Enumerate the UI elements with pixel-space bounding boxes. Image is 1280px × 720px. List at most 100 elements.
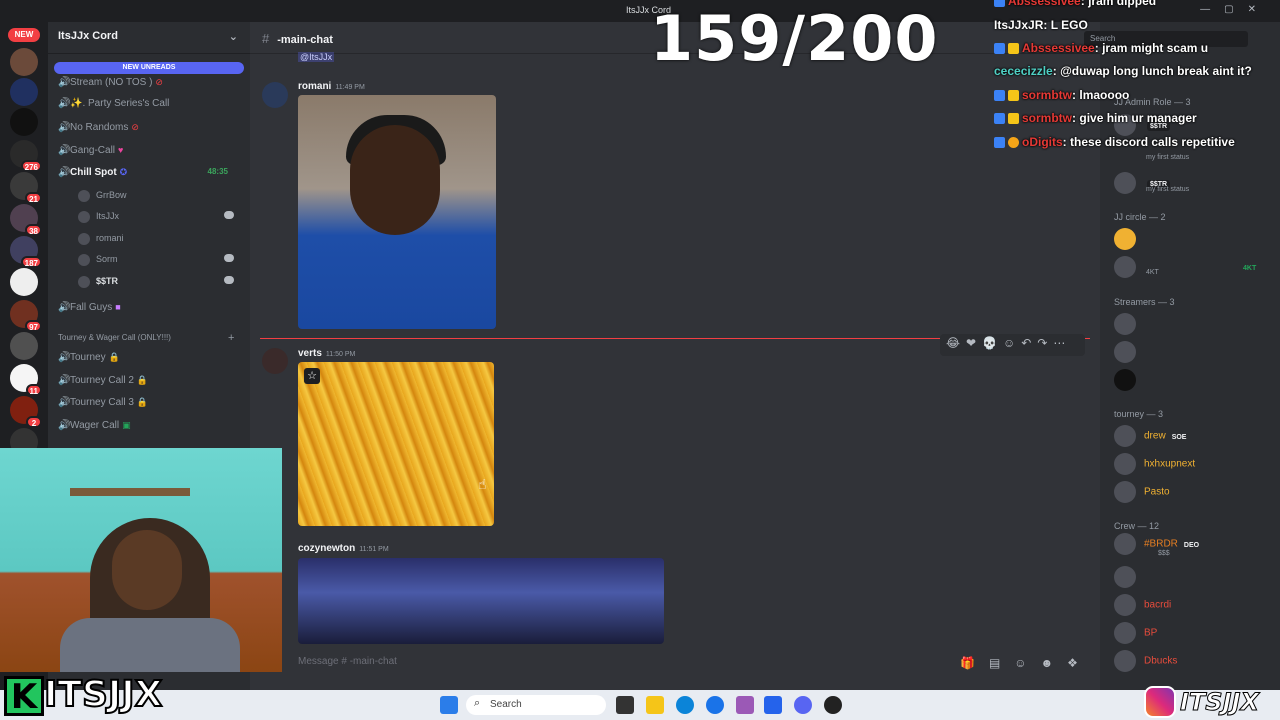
server-icon[interactable]: 276 bbox=[10, 140, 42, 172]
category-tourney[interactable]: Tourney & Wager Call (ONLY!!!) + bbox=[58, 332, 234, 344]
channel-party[interactable]: 🔊✨. Party Series's Call bbox=[58, 95, 169, 113]
voice-member[interactable]: Sorm bbox=[78, 251, 234, 267]
member-item[interactable]: Dbucks bbox=[1114, 650, 1177, 672]
obs-icon[interactable] bbox=[824, 696, 842, 714]
member-item[interactable]: hxhxupnext bbox=[1114, 453, 1195, 475]
member-item[interactable]: drew SOE bbox=[1114, 425, 1189, 447]
server-icon[interactable] bbox=[10, 48, 38, 76]
chevron-down-icon[interactable]: ⌄ bbox=[229, 30, 238, 43]
avatar bbox=[1114, 453, 1136, 475]
voice-member[interactable]: romani bbox=[78, 230, 124, 246]
avatar bbox=[1114, 622, 1136, 644]
avatar bbox=[1114, 313, 1136, 335]
unread-badge: 2 bbox=[26, 416, 42, 428]
avatar[interactable] bbox=[262, 82, 288, 108]
edge-icon[interactable] bbox=[676, 696, 694, 714]
avatar bbox=[1114, 228, 1136, 250]
store-icon[interactable] bbox=[764, 696, 782, 714]
message-image[interactable] bbox=[298, 558, 664, 644]
channel-title: -main-chat bbox=[277, 34, 333, 46]
message-header: verts 11:50 PM bbox=[298, 348, 355, 359]
server-icon[interactable] bbox=[10, 78, 38, 106]
speaker-icon: 🔊 bbox=[58, 420, 71, 431]
message-image[interactable]: ☆ bbox=[298, 362, 494, 526]
member-item[interactable] bbox=[1114, 228, 1144, 250]
avatar bbox=[78, 210, 90, 223]
member-item[interactable] bbox=[1114, 313, 1144, 335]
file-explorer-icon[interactable] bbox=[646, 696, 664, 714]
star-icon[interactable]: ☆ bbox=[304, 368, 320, 384]
avatar bbox=[1114, 650, 1136, 672]
member-item[interactable]: 4KT bbox=[1114, 256, 1259, 278]
avatar bbox=[1114, 594, 1136, 616]
server-icon[interactable]: 38 bbox=[10, 204, 42, 236]
message-author[interactable]: romani bbox=[298, 81, 331, 92]
channel-tourney-2[interactable]: 🔊Tourney Call 2 🔒 bbox=[58, 371, 148, 389]
voice-member[interactable]: ItsJJx bbox=[78, 208, 234, 224]
avatar bbox=[1114, 425, 1136, 447]
member-item[interactable] bbox=[1114, 369, 1144, 391]
channel-no-randoms[interactable]: 🔊No Randoms ⊘ bbox=[58, 118, 139, 136]
channel-fall-guys[interactable]: 🔊Fall Guys ■ bbox=[58, 298, 121, 316]
no-entry-icon: ⊘ bbox=[131, 122, 139, 132]
no-entry-icon: ⊘ bbox=[155, 77, 163, 87]
avatar bbox=[1114, 341, 1136, 363]
avatar bbox=[1114, 256, 1136, 278]
voice-member[interactable]: $$TR bbox=[78, 273, 234, 289]
badge-icon bbox=[994, 90, 1005, 102]
cursor-icon: ☝ bbox=[478, 476, 487, 492]
server-header[interactable]: ItsJJx Cord ⌄ bbox=[48, 22, 250, 54]
member-item[interactable]: bacrdi bbox=[1114, 594, 1171, 616]
message-actions[interactable]: 😂❤💀☺↶↷⋯ bbox=[940, 334, 1085, 356]
server-icon[interactable]: 97 bbox=[10, 300, 42, 332]
server-icon[interactable]: 11 bbox=[10, 364, 42, 396]
server-icon[interactable]: 187 bbox=[10, 236, 42, 268]
instagram-handle: ITSJJX bbox=[1144, 684, 1262, 720]
channel-stream[interactable]: 🔊Stream (NO TOS ) ⊘ bbox=[58, 73, 163, 91]
server-icon[interactable] bbox=[10, 332, 38, 360]
logo-text: ITSJJX bbox=[43, 673, 163, 716]
member-item[interactable] bbox=[1114, 566, 1144, 588]
windows-start-icon[interactable] bbox=[440, 696, 458, 714]
avatar[interactable] bbox=[262, 348, 288, 374]
webcam-overlay bbox=[0, 448, 282, 672]
member-item[interactable]: Pasto bbox=[1114, 481, 1170, 503]
chat-text: jram might scam u bbox=[1102, 41, 1209, 55]
composer-icons[interactable]: 🎁▤☺☻❖ bbox=[960, 656, 1092, 670]
message-header: cozynewton 11:51 PM bbox=[298, 543, 389, 554]
server-icon[interactable]: 21 bbox=[10, 172, 42, 204]
channel-chill-spot[interactable]: 🔊Chill Spot ✪ 48:35 bbox=[58, 163, 240, 181]
chat-bubble-icon bbox=[224, 254, 234, 262]
server-icon[interactable]: 2 bbox=[10, 396, 42, 428]
channel-gang-call[interactable]: 🔊Gang-Call ♥ bbox=[58, 141, 123, 159]
task-view-icon[interactable] bbox=[616, 696, 634, 714]
message-header: romani 11:49 PM bbox=[298, 81, 365, 92]
speaker-icon: 🔊 bbox=[58, 98, 71, 109]
voice-member[interactable]: GrrBow bbox=[78, 187, 127, 203]
speaker-icon: 🔊 bbox=[58, 375, 71, 386]
call-timer: 48:35 bbox=[207, 167, 228, 176]
message-author[interactable]: verts bbox=[298, 348, 322, 359]
chat-user: Abssessivee bbox=[1008, 0, 1081, 8]
message-author[interactable]: cozynewton bbox=[298, 543, 355, 554]
mention[interactable]: @ItsJJx bbox=[298, 52, 335, 62]
new-pill[interactable]: NEW bbox=[8, 28, 40, 42]
chat-user: sormbtw bbox=[1022, 111, 1073, 125]
channel-tourney[interactable]: 🔊Tourney 🔒 bbox=[58, 348, 120, 366]
lock-icon: 🔒 bbox=[136, 397, 149, 407]
server-icon[interactable] bbox=[10, 268, 38, 296]
app-icon[interactable] bbox=[706, 696, 724, 714]
server-icon[interactable] bbox=[10, 108, 38, 136]
member-status: $$$ bbox=[1158, 550, 1170, 557]
member-item[interactable]: BP bbox=[1114, 622, 1157, 644]
member-item[interactable] bbox=[1114, 341, 1144, 363]
discord-icon[interactable] bbox=[794, 696, 812, 714]
plus-icon[interactable]: + bbox=[228, 332, 234, 344]
channel-tourney-3[interactable]: 🔊Tourney Call 3 🔒 bbox=[58, 393, 148, 411]
taskbar-search[interactable]: ⌕ Search bbox=[466, 695, 606, 715]
message-image[interactable] bbox=[298, 95, 496, 329]
avatar bbox=[1114, 566, 1136, 588]
hash-icon: # bbox=[262, 31, 270, 46]
channel-wager[interactable]: 🔊Wager Call ▣ bbox=[58, 416, 131, 434]
app-icon[interactable] bbox=[736, 696, 754, 714]
